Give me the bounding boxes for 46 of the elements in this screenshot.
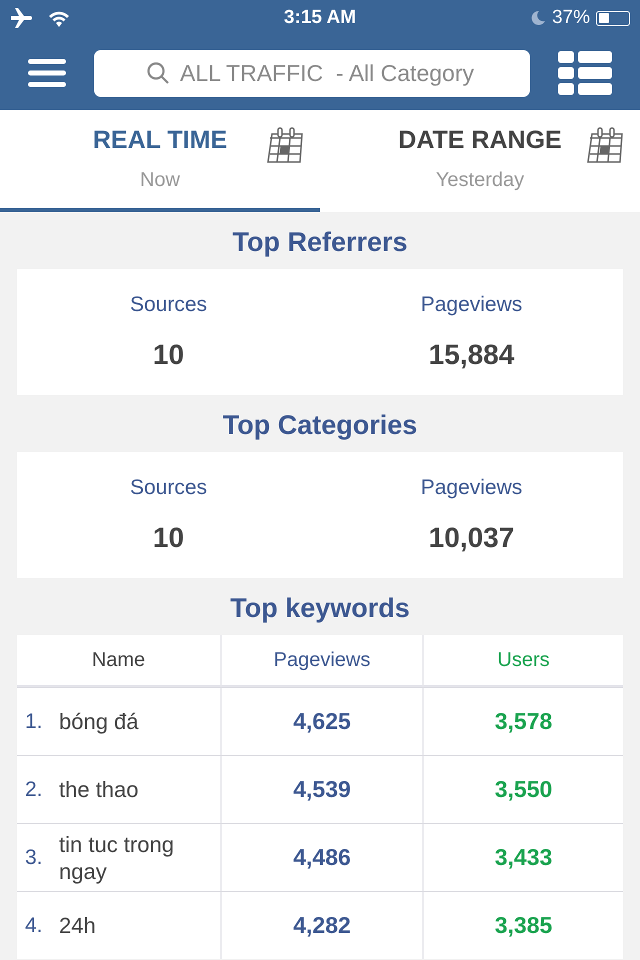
- search-field[interactable]: ALL TRAFFIC - All Category: [94, 50, 530, 96]
- pageviews-cell: 4,486: [220, 824, 422, 891]
- column-header: Name: [90, 648, 146, 672]
- section-title: Top keywords: [229, 592, 411, 625]
- tab-subtitle: Now: [140, 169, 180, 192]
- users-cell: 3,385: [422, 892, 623, 959]
- battery-percentage: 37%: [552, 7, 590, 29]
- row-rank: 3.: [25, 846, 44, 870]
- search-icon: [146, 60, 170, 84]
- users-cell: 3,433: [422, 824, 623, 891]
- section-title: Top Referrers: [231, 226, 409, 259]
- pageviews-cell: 4,539: [220, 756, 422, 823]
- pageviews-cell: 4,625: [220, 688, 422, 755]
- metric-value: 10: [152, 522, 184, 554]
- metric-label: Pageviews: [420, 293, 522, 317]
- tab-title: DATE RANGE: [398, 126, 562, 155]
- keyword-name: bóng đá: [59, 708, 139, 735]
- metric-label: Pageviews: [420, 476, 522, 500]
- tab-subtitle: Yesterday: [436, 169, 524, 192]
- column-header: Users: [422, 635, 623, 685]
- keyword-name: the thao: [59, 776, 139, 803]
- pageviews-cell: 4,282: [220, 892, 422, 959]
- metric-label: Sources: [130, 293, 208, 317]
- metric-value: 15,884: [428, 339, 514, 371]
- column-header: Pageviews: [220, 635, 422, 685]
- tab[interactable]: REAL TIME Now: [0, 110, 320, 212]
- airplane-icon: [10, 8, 34, 28]
- section-title: Top Categories: [222, 409, 418, 442]
- row-rank: 4.: [25, 914, 44, 938]
- status-time: 3:15 AM: [284, 7, 356, 29]
- tab-title: REAL TIME: [92, 126, 228, 155]
- menu-icon[interactable]: [28, 59, 66, 87]
- keyword-name: 24h: [59, 912, 96, 939]
- battery-icon: [596, 10, 630, 26]
- wifi-icon: [48, 10, 70, 26]
- metric-label: Sources: [130, 476, 208, 500]
- row-rank: 2.: [25, 778, 44, 802]
- metric-value: 10,037: [428, 522, 514, 554]
- users-cell: 3,578: [422, 688, 623, 755]
- row-rank: 1.: [25, 710, 44, 734]
- keyword-name: tin tuc trong ngay: [59, 830, 175, 884]
- users-cell: 3,550: [422, 756, 623, 823]
- moon-icon: [530, 10, 546, 26]
- list-view-icon[interactable]: [558, 51, 612, 95]
- tab[interactable]: DATE RANGE Yesterday: [320, 110, 640, 212]
- metric-value: 10: [152, 339, 184, 371]
